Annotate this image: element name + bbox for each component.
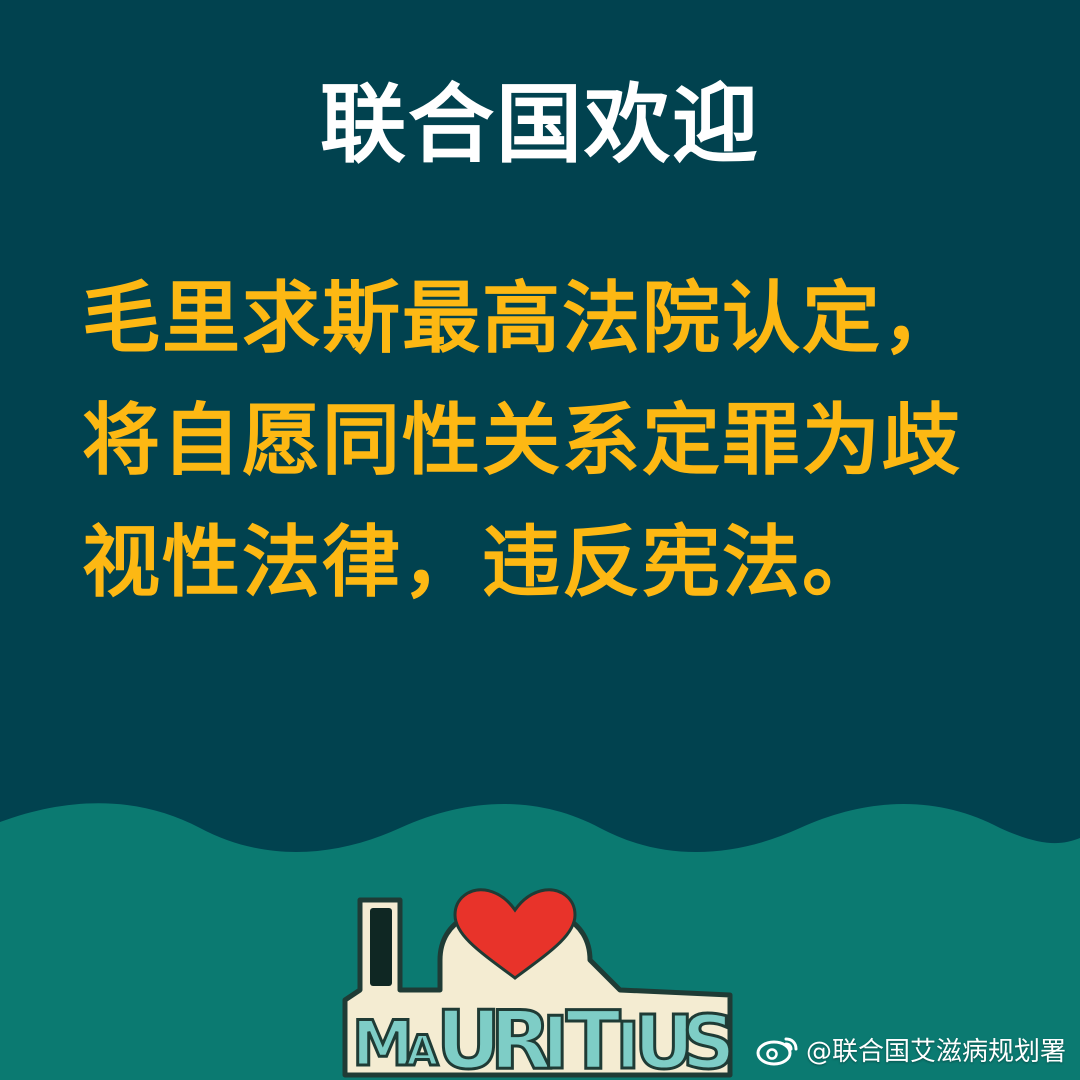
watermark-text: @联合国艾滋病规划署 <box>805 1037 1066 1067</box>
i-love-mauritius-logo: M A U R I T I U S <box>342 888 737 1080</box>
statement: 毛里求斯最高法院认定， 将自愿同性关系定罪为歧 视性法律，违反宪法。 <box>82 258 1042 624</box>
statement-line: 将自愿同性关系定罪为歧 <box>82 396 963 486</box>
logo-letter: T <box>566 994 621 1080</box>
logo-letter: I <box>542 1001 569 1080</box>
weibo-watermark: @联合国艾滋病规划署 <box>756 1031 1066 1068</box>
headline: 联合国欢迎 <box>320 75 760 175</box>
statement-line: 视性法律，违反宪法。 <box>82 518 883 608</box>
logo-letter: S <box>682 1000 735 1080</box>
logo-letter: M <box>352 1007 414 1080</box>
letter-i <box>370 908 392 986</box>
logo-letter: A <box>406 1026 439 1075</box>
weibo-icon <box>756 1037 798 1065</box>
statement-line: 毛里求斯最高法院认定， <box>82 274 963 364</box>
